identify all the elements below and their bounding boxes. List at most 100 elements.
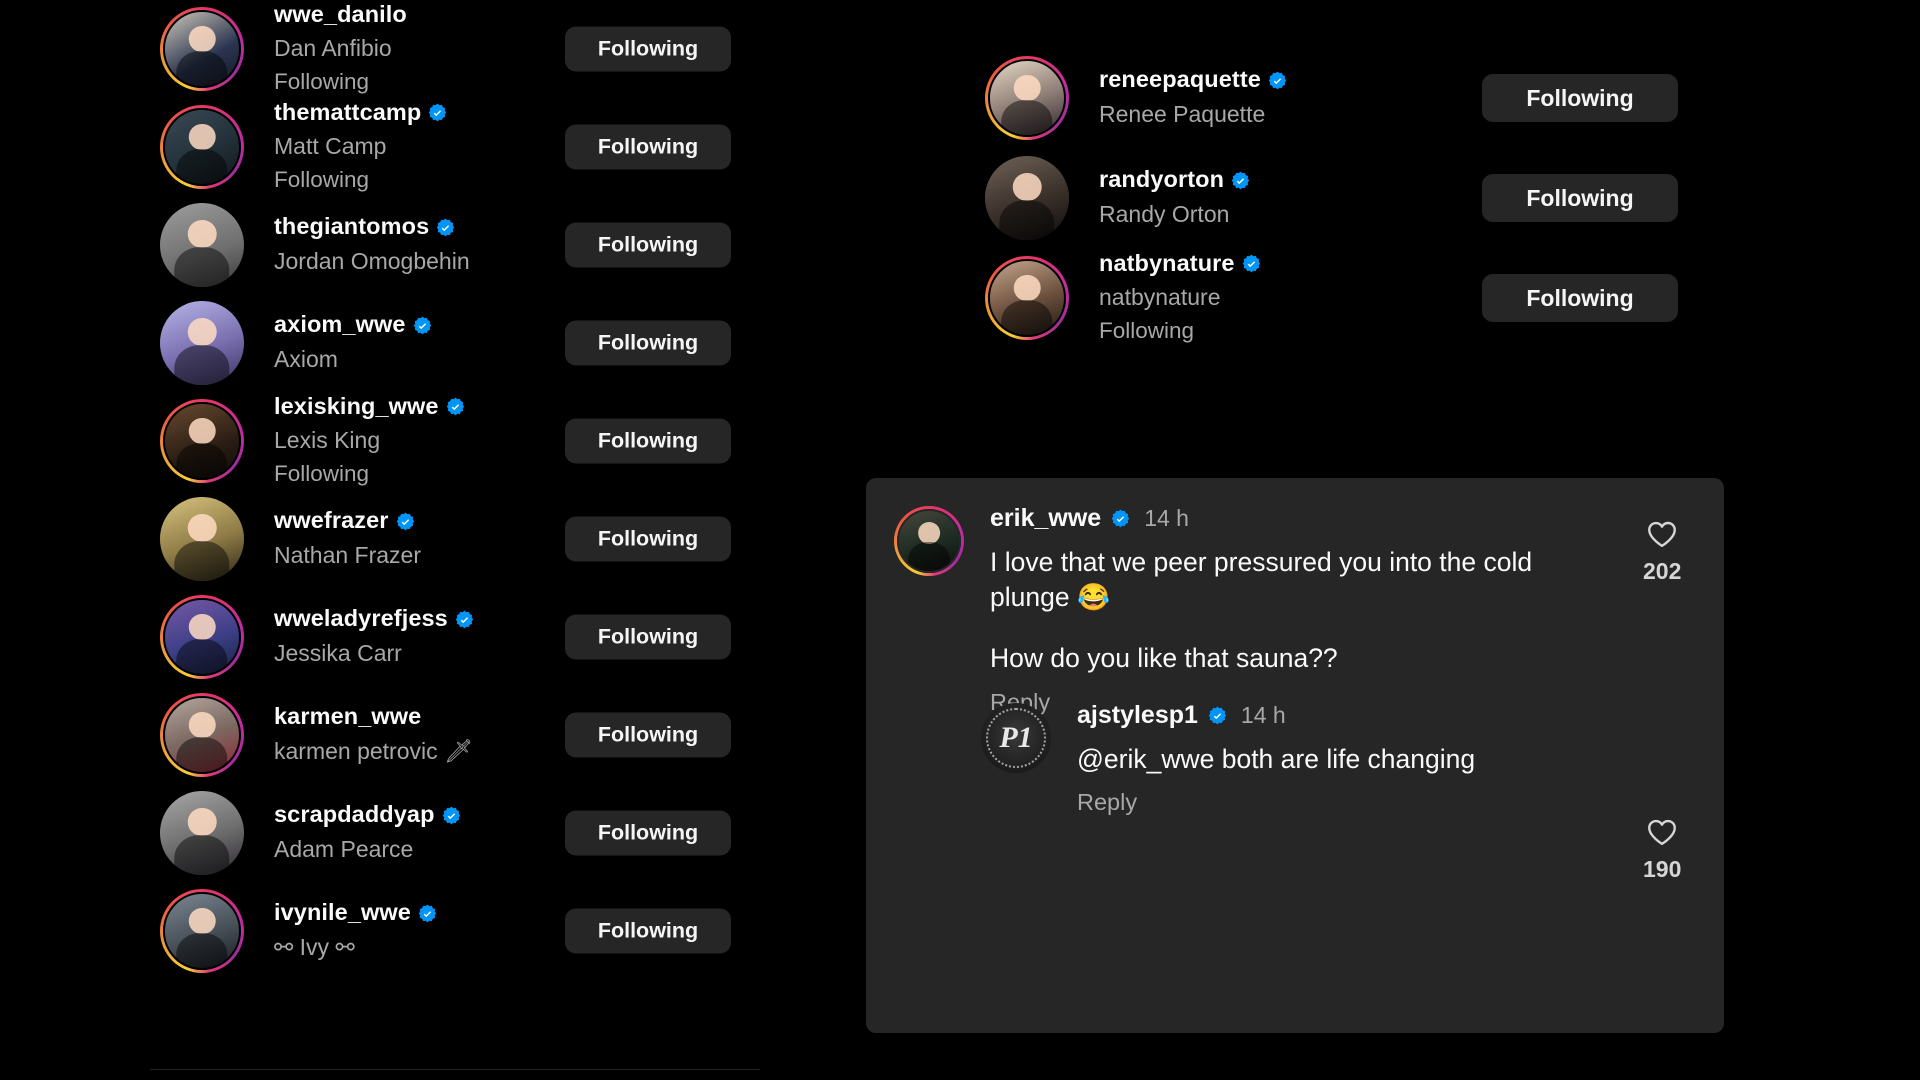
verified-badge-icon	[1268, 71, 1287, 89]
avatar-image	[163, 10, 241, 88]
user-meta: axiom_wwe Axiom	[274, 313, 432, 373]
avatar[interactable]	[160, 203, 244, 287]
avatar[interactable]	[985, 256, 1069, 340]
comment-timestamp: 14 h	[1240, 702, 1286, 728]
avatar-image	[163, 108, 241, 186]
avatar-image	[160, 497, 244, 581]
username[interactable]: ivynile_wwe	[274, 901, 411, 925]
avatar[interactable]	[160, 497, 244, 581]
user-row[interactable]: ivynile_wwe ⚯ Ivy ⚯ Following	[160, 882, 780, 980]
avatar[interactable]	[985, 156, 1069, 240]
following-button[interactable]: Following	[565, 614, 731, 660]
avatar-image	[160, 791, 244, 875]
username[interactable]: scrapdaddyap	[274, 803, 435, 827]
avatar[interactable]	[160, 595, 244, 679]
full-name: Nathan Frazer	[274, 541, 422, 568]
user-meta: lexisking_wwe Lexis King Following	[274, 394, 465, 488]
user-row[interactable]: thegiantomos Jordan Omogbehin Following	[160, 196, 780, 294]
user-meta: reneepaquette Renee Paquette	[1099, 68, 1287, 128]
username-line: wweladyrefjess	[274, 607, 474, 631]
username-line: axiom_wwe	[274, 313, 432, 337]
avatar[interactable]	[160, 7, 244, 91]
following-button[interactable]: Following	[565, 320, 731, 366]
username[interactable]: thegiantomos	[274, 215, 429, 239]
verified-badge-icon	[446, 397, 464, 416]
username[interactable]: karmen_wwe	[274, 705, 421, 729]
comment-username[interactable]: erik_wwe	[990, 506, 1101, 531]
comment-reply: P1 ajstylesp1 14 h @erik_wwe both are li…	[981, 703, 1601, 816]
user-row[interactable]: natbynature natbynature Following Following	[985, 248, 1678, 348]
username[interactable]: wwefrazer	[274, 509, 389, 533]
avatar[interactable]	[160, 301, 244, 385]
user-row[interactable]: reneepaquette Renee Paquette Following	[985, 48, 1678, 148]
following-list-left: wwe_danilo Dan Anfibio Following Following t…	[160, 0, 780, 980]
username[interactable]: lexisking_wwe	[274, 394, 439, 419]
following-button[interactable]: Following	[565, 222, 731, 268]
verified-badge-icon	[455, 610, 474, 628]
following-button[interactable]: Following	[565, 26, 731, 72]
username-line: thegiantomos	[274, 215, 470, 239]
comment-username[interactable]: ajstylesp1	[1077, 703, 1198, 728]
full-name: Jordan Omogbehin	[274, 247, 470, 274]
following-button[interactable]: Following	[1482, 174, 1678, 222]
avatar-image: P1	[981, 703, 1051, 773]
avatar-image	[160, 301, 244, 385]
like-control-main[interactable]: 202	[1643, 520, 1681, 585]
username[interactable]: themattcamp	[274, 100, 421, 125]
user-row[interactable]: randyorton Randy Orton Following	[985, 148, 1678, 248]
follow-status-text: Following	[274, 167, 370, 193]
username[interactable]: wweladyrefjess	[274, 607, 448, 631]
verified-badge-icon	[436, 218, 455, 236]
logo-ring-decoration	[986, 708, 1046, 768]
verified-badge-icon	[413, 316, 431, 334]
avatar[interactable]	[160, 693, 244, 777]
following-button[interactable]: Following	[1482, 74, 1678, 122]
like-control-reply[interactable]: 190	[1643, 818, 1681, 883]
avatar[interactable]	[160, 791, 244, 875]
following-button[interactable]: Following	[565, 712, 731, 758]
like-count: 190	[1643, 856, 1682, 882]
user-meta: themattcamp Matt Camp Following	[274, 100, 447, 194]
user-row[interactable]: themattcamp Matt Camp Following Following	[160, 98, 780, 196]
avatar[interactable]	[894, 506, 964, 576]
user-row[interactable]: wwe_danilo Dan Anfibio Following Following	[160, 0, 780, 98]
verified-badge-icon	[1111, 509, 1130, 528]
avatar-image	[160, 203, 244, 287]
user-row[interactable]: wweladyrefjess Jessika Carr Following	[160, 588, 780, 686]
user-row[interactable]: axiom_wwe Axiom Following	[160, 294, 780, 392]
username[interactable]: wwe_danilo	[274, 2, 407, 27]
avatar[interactable]	[160, 889, 244, 973]
following-button[interactable]: Following	[1482, 274, 1678, 322]
user-meta: wwe_danilo Dan Anfibio Following	[274, 2, 407, 96]
following-button[interactable]: Following	[565, 516, 731, 562]
comment-header: ajstylesp1 14 h	[1077, 703, 1475, 728]
user-meta: scrapdaddyap Adam Pearce	[274, 803, 461, 863]
following-button[interactable]: Following	[565, 124, 731, 170]
avatar[interactable]	[160, 399, 244, 483]
avatar-image	[985, 156, 1069, 240]
comment-text-primary: I love that we peer pressured you into t…	[990, 547, 1533, 613]
user-row[interactable]: karmen_wwe karmen petrovic 🗡 Following	[160, 686, 780, 784]
comment-main: erik_wwe 14 h I love that we peer pressu…	[894, 506, 1594, 716]
username[interactable]: randyorton	[1099, 168, 1224, 192]
avatar-image	[163, 598, 241, 676]
user-row[interactable]: wwefrazer Nathan Frazer Following	[160, 490, 780, 588]
reply-link[interactable]: Reply	[1077, 789, 1137, 816]
user-row[interactable]: lexisking_wwe Lexis King Following Followin…	[160, 392, 780, 490]
following-button[interactable]: Following	[565, 418, 731, 464]
user-row[interactable]: scrapdaddyap Adam Pearce Following	[160, 784, 780, 882]
following-button[interactable]: Following	[565, 908, 731, 954]
comment-text-secondary: How do you like that sauna??	[990, 643, 1338, 674]
username[interactable]: axiom_wwe	[274, 313, 406, 337]
username[interactable]: reneepaquette	[1099, 68, 1261, 92]
follow-status-text: Following	[274, 69, 370, 95]
following-button[interactable]: Following	[565, 810, 731, 856]
full-name: Dan Anfibio	[274, 35, 392, 62]
avatar[interactable]: P1	[981, 703, 1051, 773]
verified-badge-icon	[1231, 171, 1250, 189]
avatar[interactable]	[160, 105, 244, 189]
username[interactable]: natbynature	[1099, 251, 1235, 276]
comment-body: ajstylesp1 14 h @erik_wwe both are life …	[1077, 703, 1475, 816]
avatar[interactable]	[985, 56, 1069, 140]
avatar-image	[163, 892, 241, 970]
